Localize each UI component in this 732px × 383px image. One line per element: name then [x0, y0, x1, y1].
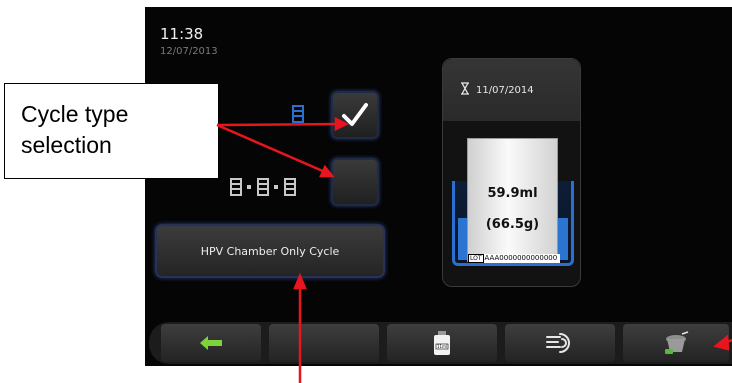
fogger-nav-button[interactable] [623, 324, 729, 362]
lot-number: AAA0000000000000 [484, 254, 558, 262]
cycle-type-button[interactable]: HPV Chamber Only Cycle [155, 224, 385, 278]
peroxide-bottle: 59.9ml (66.5g) [467, 138, 558, 262]
bottle-icon: 11ml [434, 331, 450, 355]
bottle-icon-label: 11ml [437, 344, 447, 349]
back-arrow-icon [200, 336, 222, 350]
checkmark-icon [342, 103, 368, 126]
cycle-type-callout: Cycle type selection [4, 83, 219, 179]
cartridge-header: 11/07/2014 [443, 59, 580, 121]
back-button[interactable] [161, 324, 261, 362]
blank-nav-button[interactable] [269, 324, 379, 362]
multi-chamber-checkbox[interactable] [331, 158, 379, 206]
airflow-icon [546, 333, 570, 353]
aeration-nav-button[interactable] [505, 324, 615, 362]
callout-line1: Cycle type [21, 101, 129, 127]
lot-prefix: LOT [468, 254, 484, 263]
fogger-icon [665, 331, 689, 354]
single-chamber-checkbox[interactable] [331, 91, 379, 139]
cartridge-panel: 11/07/2014 59.9ml (66.5g) LOT AAA00000000… [442, 58, 581, 287]
callout-line2: selection [21, 132, 112, 158]
expiry-date: 11/07/2014 [476, 85, 534, 96]
hourglass-icon [461, 82, 469, 95]
weight-reading: (66.5g) [485, 217, 540, 232]
volume-reading: 59.9ml [487, 186, 538, 201]
bottle-nav-button[interactable]: 11ml [387, 324, 497, 362]
single-chamber-icon [292, 105, 304, 123]
clock-time: 11:38 [160, 25, 204, 43]
multi-chamber-icon [230, 178, 296, 196]
clock-date: 12/07/2013 [160, 46, 218, 57]
bottom-nav-bar: 11ml [149, 322, 732, 364]
device-screen: 11:38 12/07/2013 HPV Chamber Only Cycle … [145, 7, 732, 366]
lot-label: LOT AAA0000000000000 [468, 254, 560, 263]
